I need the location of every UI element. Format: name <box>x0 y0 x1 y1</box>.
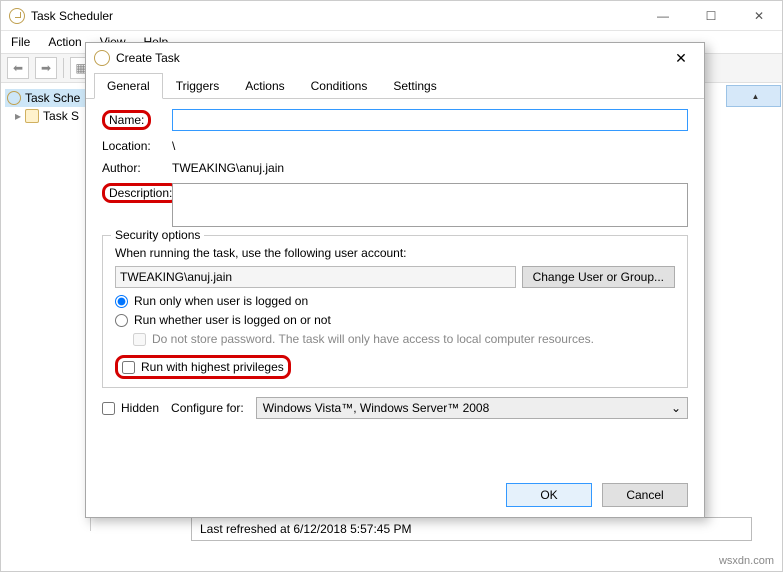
hidden-option[interactable]: Hidden <box>102 401 159 415</box>
radio-logged-on-input[interactable] <box>115 295 128 308</box>
separator <box>63 58 64 78</box>
change-user-button[interactable]: Change User or Group... <box>522 266 675 288</box>
actions-pane-header[interactable] <box>726 85 781 107</box>
dialog-icon <box>94 50 110 66</box>
back-button[interactable]: ⬅ <box>7 57 29 79</box>
security-legend: Security options <box>111 228 204 242</box>
configure-for-label: Configure for: <box>171 401 244 415</box>
no-store-password: Do not store password. The task will onl… <box>115 332 675 346</box>
hidden-checkbox[interactable] <box>102 402 115 415</box>
description-input[interactable] <box>172 183 688 227</box>
radio-whether[interactable]: Run whether user is logged on or not <box>115 313 675 327</box>
chevron-down-icon: ⌄ <box>671 401 681 415</box>
radio-whether-input[interactable] <box>115 314 128 327</box>
menu-action[interactable]: Action <box>48 35 81 49</box>
hidden-label: Hidden <box>121 401 159 415</box>
tab-settings[interactable]: Settings <box>380 73 449 99</box>
task-scheduler-icon <box>9 8 25 24</box>
library-icon <box>25 109 39 123</box>
window-title: Task Scheduler <box>31 9 648 23</box>
forward-button[interactable]: ➡ <box>35 57 57 79</box>
tab-general[interactable]: General <box>94 73 163 99</box>
radio-logged-on-label: Run only when user is logged on <box>134 294 308 308</box>
highest-privileges[interactable]: Run with highest privileges <box>122 360 284 374</box>
status-bar: Last refreshed at 6/12/2018 5:57:45 PM <box>191 517 752 541</box>
radio-logged-on[interactable]: Run only when user is logged on <box>115 294 675 308</box>
author-label: Author: <box>102 161 172 175</box>
tab-body: Name: Location: \ Author: TWEAKING\anuj.… <box>86 99 704 473</box>
titlebar: Task Scheduler — ☐ ✕ <box>1 1 782 31</box>
author-value: TWEAKING\anuj.jain <box>172 161 284 175</box>
expand-icon[interactable]: ▸ <box>15 109 21 123</box>
location-value: \ <box>172 139 175 153</box>
no-store-label: Do not store password. The task will onl… <box>152 332 594 346</box>
tab-actions[interactable]: Actions <box>232 73 297 99</box>
highest-privileges-checkbox[interactable] <box>122 361 135 374</box>
name-input[interactable] <box>172 109 688 131</box>
dialog-tabs: General Triggers Actions Conditions Sett… <box>86 73 704 99</box>
configure-for-select[interactable]: Windows Vista™, Windows Server™ 2008 ⌄ <box>256 397 688 419</box>
dialog-titlebar: Create Task ✕ <box>86 43 704 73</box>
highest-privileges-highlight: Run with highest privileges <box>115 355 291 379</box>
description-highlight: Description: <box>102 183 179 203</box>
tree-panel: Task Sche ▸ Task S <box>1 85 91 531</box>
watermark: wsxdn.com <box>719 555 774 567</box>
cancel-button[interactable]: Cancel <box>602 483 688 507</box>
radio-whether-label: Run whether user is logged on or not <box>134 313 331 327</box>
tree-library[interactable]: ▸ Task S <box>5 107 86 125</box>
status-text: Last refreshed at 6/12/2018 5:57:45 PM <box>200 522 411 536</box>
security-prompt: When running the task, use the following… <box>115 246 675 260</box>
tree-root-label: Task Sche <box>25 91 80 105</box>
security-options-group: Security options When running the task, … <box>102 235 688 388</box>
dialog-buttons: OK Cancel <box>86 473 704 517</box>
tab-conditions[interactable]: Conditions <box>298 73 381 99</box>
name-highlight: Name: <box>102 110 151 130</box>
window-controls: — ☐ ✕ <box>648 9 774 23</box>
maximize-button[interactable]: ☐ <box>696 9 726 23</box>
dialog-title: Create Task <box>116 51 666 65</box>
no-store-checkbox <box>133 333 146 346</box>
create-task-dialog: Create Task ✕ General Triggers Actions C… <box>85 42 705 518</box>
name-label: Name: <box>102 110 172 130</box>
account-field <box>115 266 516 288</box>
highest-privileges-label: Run with highest privileges <box>141 360 284 374</box>
ok-button[interactable]: OK <box>506 483 592 507</box>
configure-for-value: Windows Vista™, Windows Server™ 2008 <box>263 401 490 415</box>
scheduler-icon <box>7 91 21 105</box>
tab-triggers[interactable]: Triggers <box>163 73 233 99</box>
close-button[interactable]: ✕ <box>744 9 774 23</box>
tree-library-label: Task S <box>43 109 79 123</box>
tree-root[interactable]: Task Sche <box>5 89 86 107</box>
minimize-button[interactable]: — <box>648 9 678 23</box>
location-label: Location: <box>102 139 172 153</box>
menu-file[interactable]: File <box>11 35 30 49</box>
description-label: Description: <box>102 183 172 203</box>
dialog-close-button[interactable]: ✕ <box>666 50 696 67</box>
